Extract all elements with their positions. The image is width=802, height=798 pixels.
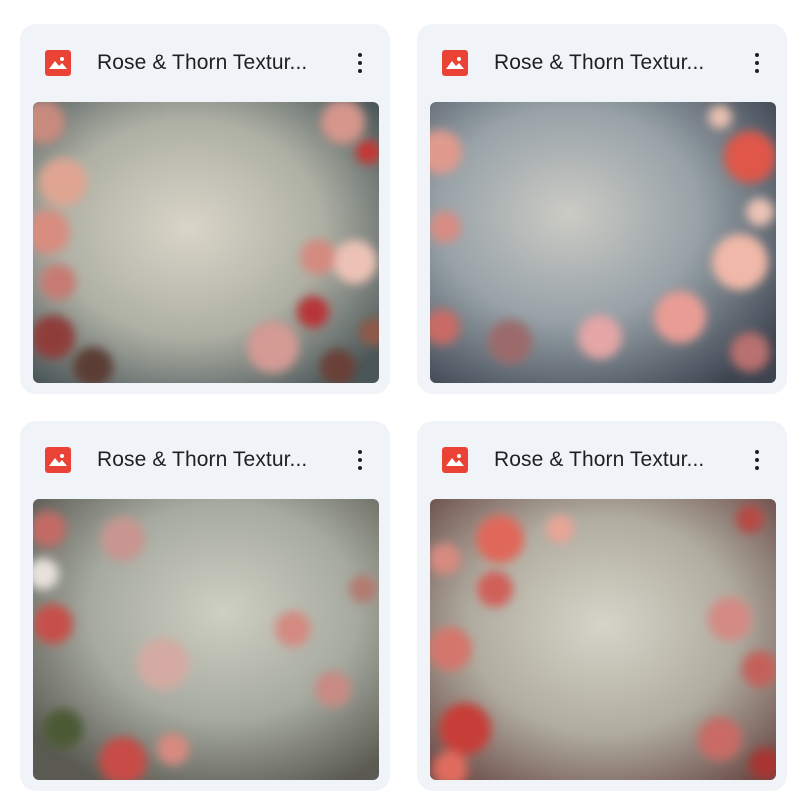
image-file-icon	[45, 50, 71, 76]
image-file-icon	[442, 447, 468, 473]
file-thumbnail[interactable]	[33, 102, 379, 383]
more-options-icon[interactable]	[350, 447, 370, 473]
image-file-icon	[442, 50, 468, 76]
file-title: Rose & Thorn Textur...	[97, 51, 308, 74]
file-title: Rose & Thorn Textur...	[97, 448, 308, 471]
more-options-icon[interactable]	[747, 447, 767, 473]
file-title: Rose & Thorn Textur...	[494, 448, 705, 471]
file-thumbnail[interactable]	[430, 499, 776, 780]
file-card[interactable]: Rose & Thorn Textur...	[417, 24, 787, 394]
image-file-icon	[45, 447, 71, 473]
file-thumbnail[interactable]	[430, 102, 776, 383]
file-card-header: Rose & Thorn Textur...	[20, 421, 390, 499]
file-card[interactable]: Rose & Thorn Textur...	[417, 421, 787, 791]
file-card-header: Rose & Thorn Textur...	[20, 24, 390, 102]
file-title: Rose & Thorn Textur...	[494, 51, 705, 74]
file-card[interactable]: Rose & Thorn Textur...	[20, 421, 390, 791]
file-card-header: Rose & Thorn Textur...	[417, 421, 787, 499]
more-options-icon[interactable]	[747, 50, 767, 76]
more-options-icon[interactable]	[350, 50, 370, 76]
file-card-header: Rose & Thorn Textur...	[417, 24, 787, 102]
file-thumbnail[interactable]	[33, 499, 379, 780]
file-card[interactable]: Rose & Thorn Textur...	[20, 24, 390, 394]
